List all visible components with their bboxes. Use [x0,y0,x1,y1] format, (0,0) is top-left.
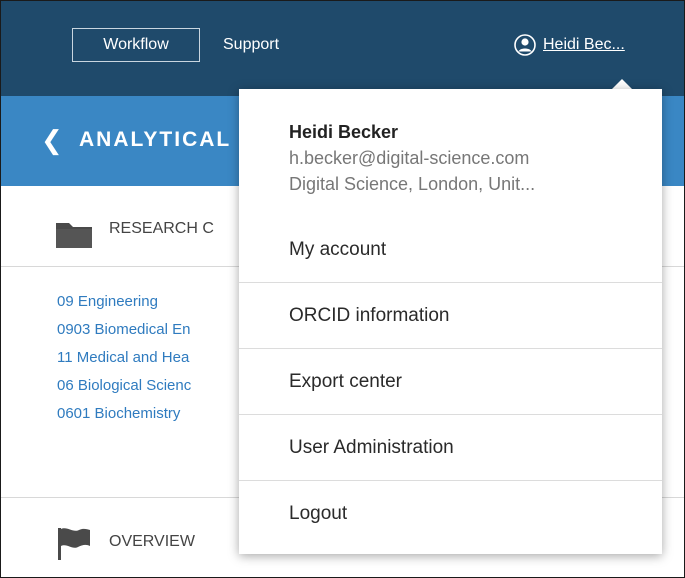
user-organization: Digital Science, London, Unit... [289,174,536,194]
user-email: h.becker@digital-science.com [289,148,530,168]
research-categories-label: RESEARCH C [109,220,214,237]
folder-icon [56,223,92,248]
chevron-left-icon[interactable]: ❮ [41,125,63,156]
user-dropdown-menu: Heidi Becker h.becker@digital-science.co… [239,89,662,554]
page-title: ANALYTICAL [79,128,232,151]
category-link[interactable]: 06 Biological Scienc [57,372,191,400]
user-menu-toggle[interactable]: Heidi Bec... [514,28,625,62]
support-link[interactable]: Support [223,28,279,62]
dropdown-caret [612,79,632,89]
category-link[interactable]: 09 Engineering [57,288,191,316]
category-list: 09 Engineering 0903 Biomedical En 11 Med… [57,288,191,428]
menu-item-my-account[interactable]: My account [239,217,662,283]
user-info: Heidi Becker h.becker@digital-science.co… [289,119,535,197]
menu-item-orcid-information[interactable]: ORCID information [239,283,662,349]
menu-item-user-administration[interactable]: User Administration [239,415,662,481]
workflow-button[interactable]: Workflow [72,28,200,62]
flag-icon [58,528,90,560]
top-navigation-bar: Workflow Support Heidi Bec... [1,1,684,96]
overview-label: OVERVIEW [109,533,195,550]
category-link[interactable]: 0903 Biomedical En [57,316,191,344]
user-full-name: Heidi Becker [289,122,399,142]
app-frame: Workflow Support Heidi Bec... ❮ ANALYTIC… [0,0,685,578]
user-icon [514,34,536,56]
menu-item-export-center[interactable]: Export center [239,349,662,415]
menu-item-logout[interactable]: Logout [239,481,662,547]
user-name-link[interactable]: Heidi Bec... [543,36,625,54]
category-link[interactable]: 0601 Biochemistry [57,400,191,428]
category-link[interactable]: 11 Medical and Hea [57,344,191,372]
